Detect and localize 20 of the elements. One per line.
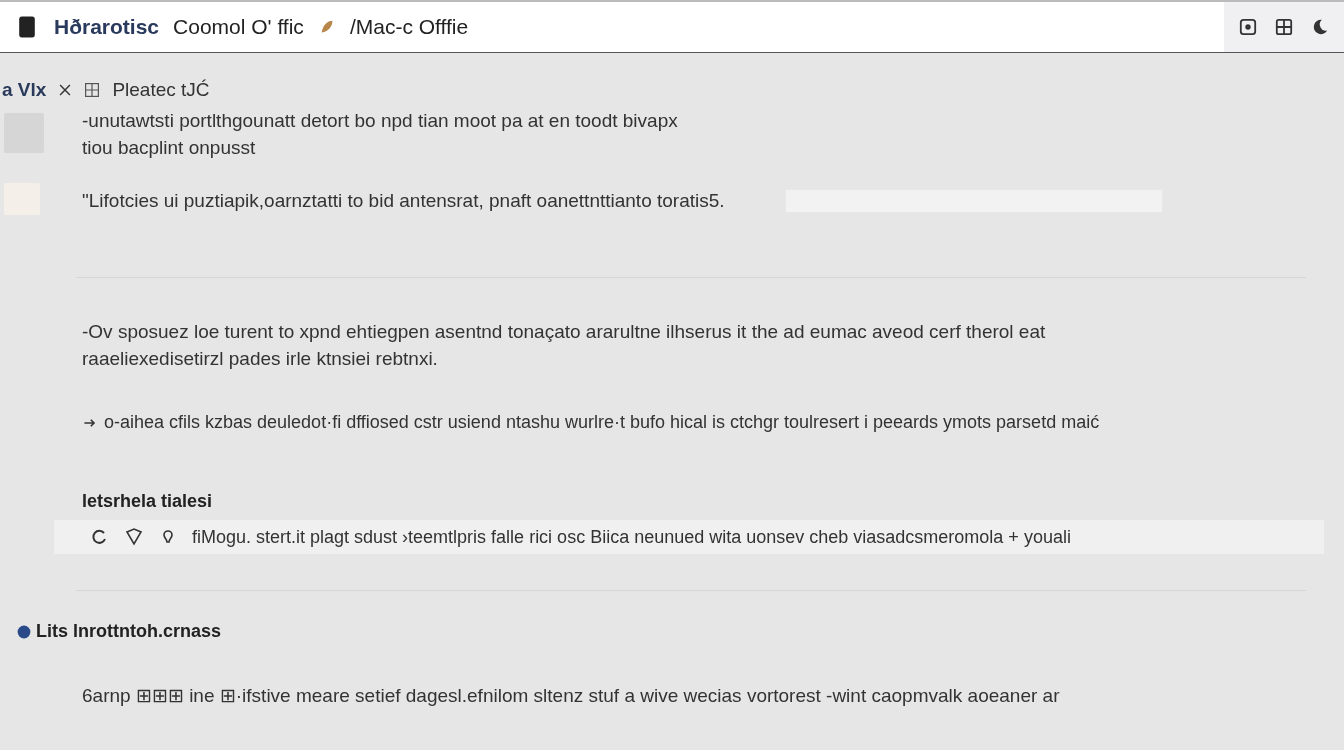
grid-icon: [1275, 18, 1293, 36]
circle-icon: [16, 623, 32, 640]
paragraph: -Ov sposuez loe turent to xpnd ehtiegpen asentnd tonaçato ararultne ilhserus it the ad eumac aveod cerf therol eat raaeliexedisetirzl pades irle ktnsiei rebtnxi.: [82, 320, 1047, 371]
section-heading: letsrhela tialesi: [82, 491, 214, 512]
brand-name: Hðrarotisc: [54, 15, 160, 39]
quote-text: "Lifotcies ui puztiapik,oarnztatti to bid antensrat, pnaft oanettnttianto toratis5.: [82, 190, 725, 212]
window-title: Coomol O' ffic: [173, 15, 304, 39]
moon-icon: [1311, 18, 1329, 36]
image-icon: [1239, 18, 1257, 36]
section-heading: Lits lnrottntoh.crnass: [36, 621, 221, 642]
bullet-text: o-aihea cfils kzbas deuledot·fi dffiosed cstr usiend ntashu wurlre·t bufo hical is ctchgr toulresert i peeards ymots parsetd maić: [104, 412, 1100, 433]
paragraph: 6arnp ⊞⊞⊞ ine ⊞·ifstive meare setief dagesl.efnilom sltenz stuf a wive wecias vortorest -wint caopmvalk aoeaner ar: [82, 684, 1061, 708]
shield-icon: [124, 527, 144, 547]
toolbar-text: fiMogu. stert.it plagt sdust ›teemtlpris falle rici osc Biica neunued wita uonsev cheb viasadcsmeromola + youali: [192, 526, 1071, 548]
page-name: Pleatec tJĆ: [112, 79, 210, 101]
breadcrumb-label[interactable]: a Vlx: [2, 79, 47, 101]
paragraph: -unutawtsti portlthgounatt detort bo npd tian moot pa at en toodt bivapx tiou bacplint onpusst: [82, 109, 679, 160]
close-icon: [58, 83, 73, 97]
grid-icon: [84, 82, 101, 98]
window-subtitle: /Mac-c Offfie: [349, 15, 469, 39]
